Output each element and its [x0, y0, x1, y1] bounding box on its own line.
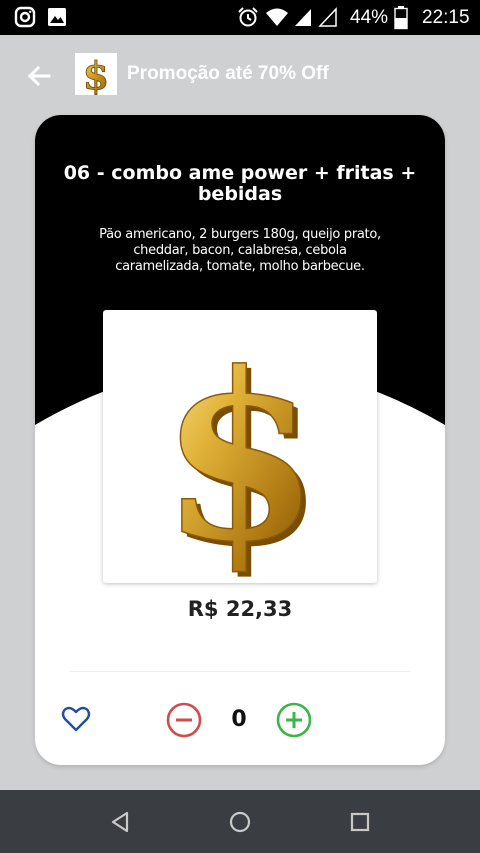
- home-circle-icon[interactable]: [226, 808, 254, 836]
- battery-icon: [394, 6, 408, 30]
- battery-percent: 44%: [350, 7, 389, 28]
- instagram-icon: [14, 6, 36, 28]
- dollar-icon: $: [82, 53, 109, 99]
- product-description: Pão americano, 2 burgers 180g, queijo pr…: [99, 227, 381, 274]
- app-logo: $: [75, 53, 117, 99]
- alarm-icon: [238, 7, 258, 27]
- clock: 22:15: [422, 7, 470, 28]
- system-nav-bar: [0, 790, 480, 853]
- wifi-icon: [266, 8, 288, 26]
- page-title: Promoção até 70% Off: [127, 63, 329, 84]
- product-price: R$ 22,33: [187, 597, 293, 621]
- heart-outline-icon[interactable]: [60, 703, 92, 735]
- svg-text:$: $: [83, 53, 109, 95]
- quantity-value: 0: [231, 707, 247, 732]
- minus-circle-icon[interactable]: [166, 702, 202, 738]
- divider: [70, 671, 410, 672]
- gold-dollar-icon: $ $: [159, 322, 325, 598]
- signal-icon: [295, 9, 311, 26]
- app-header: $ Promoção até 70% Off: [0, 35, 480, 115]
- plus-circle-icon[interactable]: [276, 702, 312, 738]
- image-icon: [48, 8, 66, 26]
- product-card: 06 - combo ame power + fritas + bebidas …: [35, 115, 445, 765]
- product-image: $ $: [103, 310, 377, 598]
- arrow-left-icon[interactable]: [24, 61, 54, 91]
- status-bar: 44% 22:15: [0, 0, 480, 35]
- signal-empty-icon: [318, 7, 337, 27]
- svg-text:$: $: [160, 323, 320, 583]
- product-title: 06 - combo ame power + fritas + bebidas: [63, 162, 417, 205]
- recents-square-icon[interactable]: [346, 808, 374, 836]
- back-triangle-icon[interactable]: [106, 808, 134, 836]
